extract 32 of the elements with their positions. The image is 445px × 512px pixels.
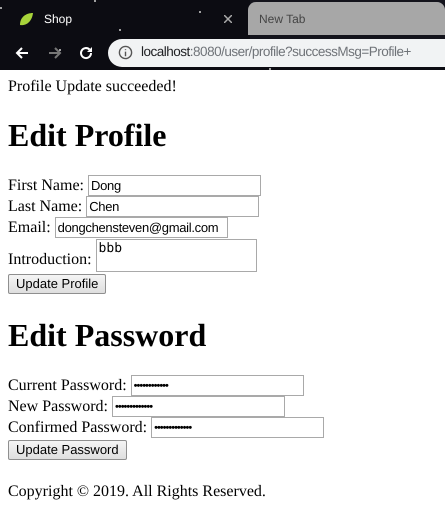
reload-icon[interactable] bbox=[78, 44, 94, 60]
field-label: First Name: bbox=[8, 176, 84, 196]
input-field[interactable]: Chen bbox=[86, 196, 260, 217]
section-heading: Edit Profile bbox=[8, 117, 168, 154]
password-field[interactable]: •••••••••••• bbox=[130, 375, 304, 396]
leaf-icon bbox=[18, 10, 34, 26]
field-label: Last Name: bbox=[8, 196, 82, 216]
field-label: Confirmed Password: bbox=[8, 418, 148, 438]
forward-icon[interactable] bbox=[47, 44, 63, 60]
field-label: Email: bbox=[8, 218, 51, 238]
info-icon[interactable] bbox=[118, 45, 133, 60]
back-icon[interactable] bbox=[14, 44, 30, 60]
close-icon[interactable] bbox=[224, 14, 232, 22]
browser-tab[interactable]: Shop bbox=[0, 2, 240, 35]
text-area[interactable]: bbb bbox=[96, 239, 257, 272]
submit-button[interactable]: Update Profile bbox=[8, 274, 106, 294]
browser-tab[interactable]: New Tab bbox=[248, 2, 445, 35]
tab-title: Shop bbox=[44, 10, 72, 28]
copyright-text: Copyright © 2019. All Rights Reserved. bbox=[8, 482, 267, 502]
field-label: Introduction: bbox=[8, 250, 92, 270]
field-label: New Password: bbox=[8, 396, 108, 416]
tab-title: New Tab bbox=[259, 10, 306, 28]
password-field[interactable]: ••••••••••••• bbox=[112, 396, 285, 417]
input-field[interactable]: Dong bbox=[88, 175, 261, 196]
field-label: Current Password: bbox=[8, 376, 127, 396]
submit-button[interactable]: Update Password bbox=[8, 440, 127, 460]
section-heading: Edit Password bbox=[8, 317, 208, 354]
password-field[interactable]: ••••••••••••• bbox=[151, 417, 324, 438]
success-message: Profile Update succeeded! bbox=[8, 78, 178, 96]
url-text: localhost:8080/user/profile?successMsg=Profile+ bbox=[141, 43, 411, 62]
input-field[interactable]: dongchensteven@gmail.com bbox=[54, 217, 228, 238]
address-bar[interactable]: localhost:8080/user/profile?successMsg=Profile+ bbox=[108, 38, 445, 66]
